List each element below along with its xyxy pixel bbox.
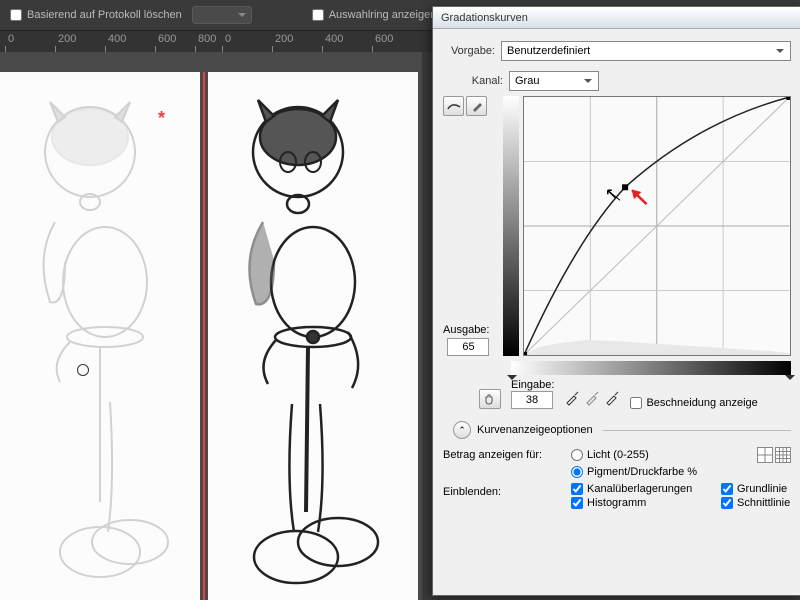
curve-graph[interactable] [523, 96, 791, 356]
selection-ring-label: Auswahlring anzeigen [329, 9, 437, 21]
sample-point-marker[interactable] [77, 364, 89, 376]
cb-channel-overlay[interactable]: Kanalüberlagerungen [571, 483, 711, 495]
white-point-slider[interactable] [785, 375, 795, 385]
show-label: Einblenden: [443, 486, 563, 498]
horizontal-gradient[interactable] [511, 361, 791, 375]
radio-light[interactable]: Licht (0-255) [571, 449, 649, 461]
dialog-titlebar[interactable]: Gradationskurven [433, 7, 800, 29]
channel-select[interactable]: Grau [509, 71, 599, 91]
toolbar-dropdown[interactable] [192, 6, 252, 24]
preset-label: Vorgabe: [443, 45, 495, 57]
canvas-right-pane [208, 72, 418, 600]
preset-select[interactable]: Benutzerdefiniert [501, 41, 791, 61]
modified-asterisk: * [158, 108, 165, 129]
output-field[interactable]: 65 [447, 338, 489, 356]
curve-options-label: Kurvenanzeigeoptionen [477, 424, 593, 436]
amount-label: Betrag anzeigen für: [443, 449, 563, 461]
delete-log-label: Basierend auf Protokoll löschen [27, 9, 182, 21]
channel-label: Kanal: [463, 75, 503, 87]
pencil-tool-button[interactable] [466, 96, 487, 116]
vertical-gradient [503, 96, 519, 356]
canvas-area: * [0, 52, 422, 600]
canvas-left-pane [0, 72, 200, 600]
black-point-slider[interactable] [507, 375, 517, 385]
input-field[interactable]: 38 [511, 391, 553, 409]
curves-dialog: Gradationskurven Vorgabe: Benutzerdefini… [432, 6, 800, 596]
eyedropper-black-icon[interactable] [564, 390, 580, 409]
coarse-grid-icon[interactable] [757, 447, 773, 463]
cb-histogram[interactable]: Histogramm [571, 497, 711, 509]
fine-grid-icon[interactable] [775, 447, 791, 463]
cb-baseline[interactable]: Grundlinie [721, 483, 800, 495]
dialog-title: Gradationskurven [441, 12, 528, 24]
delete-log-checkbox[interactable]: Basierend auf Protokoll löschen [10, 9, 182, 21]
selection-ring-checkbox[interactable]: Auswahlring anzeigen [312, 9, 437, 21]
output-label: Ausgabe: [443, 324, 489, 336]
curve-tool-button[interactable] [443, 96, 464, 116]
cb-intersection[interactable]: Schnittlinie [721, 497, 800, 509]
radio-pigment[interactable]: Pigment/Druckfarbe % [571, 466, 697, 478]
input-label: Eingabe: [511, 379, 554, 391]
expand-options-button[interactable]: ⌃ [453, 421, 471, 439]
sketch-sharp [218, 82, 398, 592]
eyedropper-white-icon[interactable] [604, 390, 620, 409]
clipping-checkbox[interactable]: Beschneidung anzeige [630, 397, 757, 409]
sketch-faint [10, 82, 190, 592]
hand-tool-button[interactable] [479, 389, 501, 409]
eyedropper-gray-icon[interactable] [584, 390, 600, 409]
canvas-divider [203, 72, 205, 600]
